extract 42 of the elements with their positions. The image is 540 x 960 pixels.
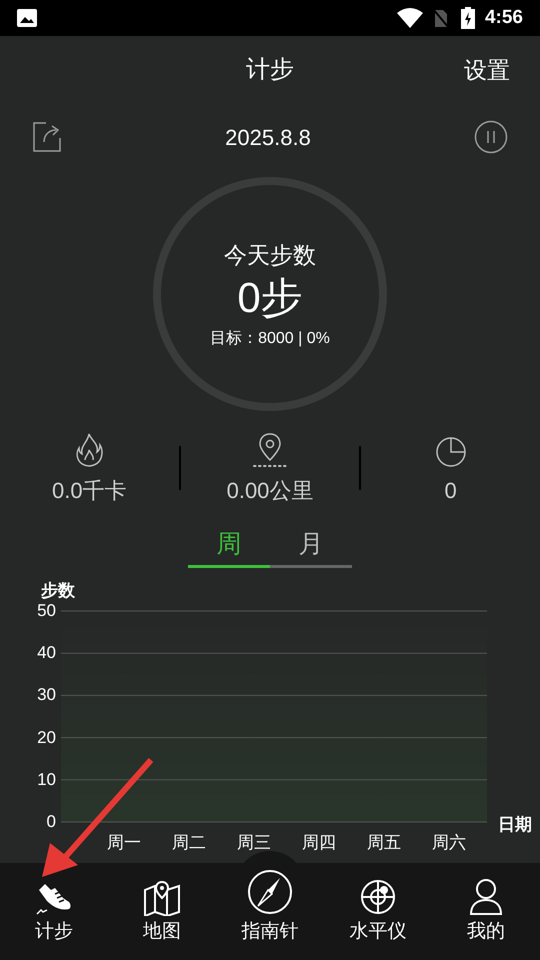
battery-charging-icon: [460, 7, 475, 29]
goal-text: 目标：8000 | 0%: [210, 328, 330, 348]
compass-icon[interactable]: [246, 868, 294, 916]
pause-icon[interactable]: [474, 120, 508, 154]
x-tick-label: 周二: [172, 834, 206, 851]
share-icon[interactable]: [32, 122, 62, 152]
stat-value: 0: [444, 476, 457, 504]
y-tick-label: 0: [46, 813, 56, 830]
date-label: 2025.8.8: [225, 124, 311, 152]
period-tab[interactable]: 周: [188, 524, 270, 568]
y-tick-label: 40: [37, 644, 56, 662]
nav-tab[interactable]: 水平仪: [324, 878, 432, 946]
x-tick-label: 周五: [367, 834, 401, 851]
stat-value: 0.00公里: [226, 476, 314, 504]
y-tick-label: 10: [37, 770, 56, 788]
person-icon[interactable]: [469, 878, 503, 916]
x-tick-label: 周一: [107, 834, 141, 851]
settings-button[interactable]: 设置: [464, 52, 510, 88]
y-tick-label: 30: [37, 686, 56, 704]
image-icon: [17, 9, 37, 27]
x-tick-label: 周四: [302, 834, 336, 851]
x-tick-label: 周三: [237, 834, 271, 851]
y-tick-label: 50: [37, 602, 56, 619]
wifi-icon: [396, 8, 423, 28]
nav-tab[interactable]: 指南针: [216, 868, 324, 946]
page-title: 计步: [246, 55, 294, 85]
y-tick-label: 20: [37, 728, 56, 746]
step-count: 0步: [237, 273, 303, 323]
x-tick-label: 周六: [432, 834, 466, 851]
nav-tab[interactable]: 计步: [0, 880, 108, 946]
y-axis-title: 步数: [41, 580, 75, 602]
clock-time: 4:56: [484, 6, 523, 30]
nav-tab[interactable]: 地图: [108, 880, 216, 946]
x-axis-title: 日期: [498, 814, 532, 836]
spirit-level-icon[interactable]: [359, 878, 397, 916]
period-tab[interactable]: 月: [270, 524, 352, 568]
ring-label: 今天步数: [224, 240, 316, 270]
map-icon[interactable]: [143, 880, 181, 916]
pie-chart-icon: [434, 436, 467, 468]
stat-value: 0.0千卡: [52, 476, 127, 504]
nav-tab[interactable]: 我的: [432, 878, 540, 946]
location-pin-icon: [252, 432, 288, 468]
